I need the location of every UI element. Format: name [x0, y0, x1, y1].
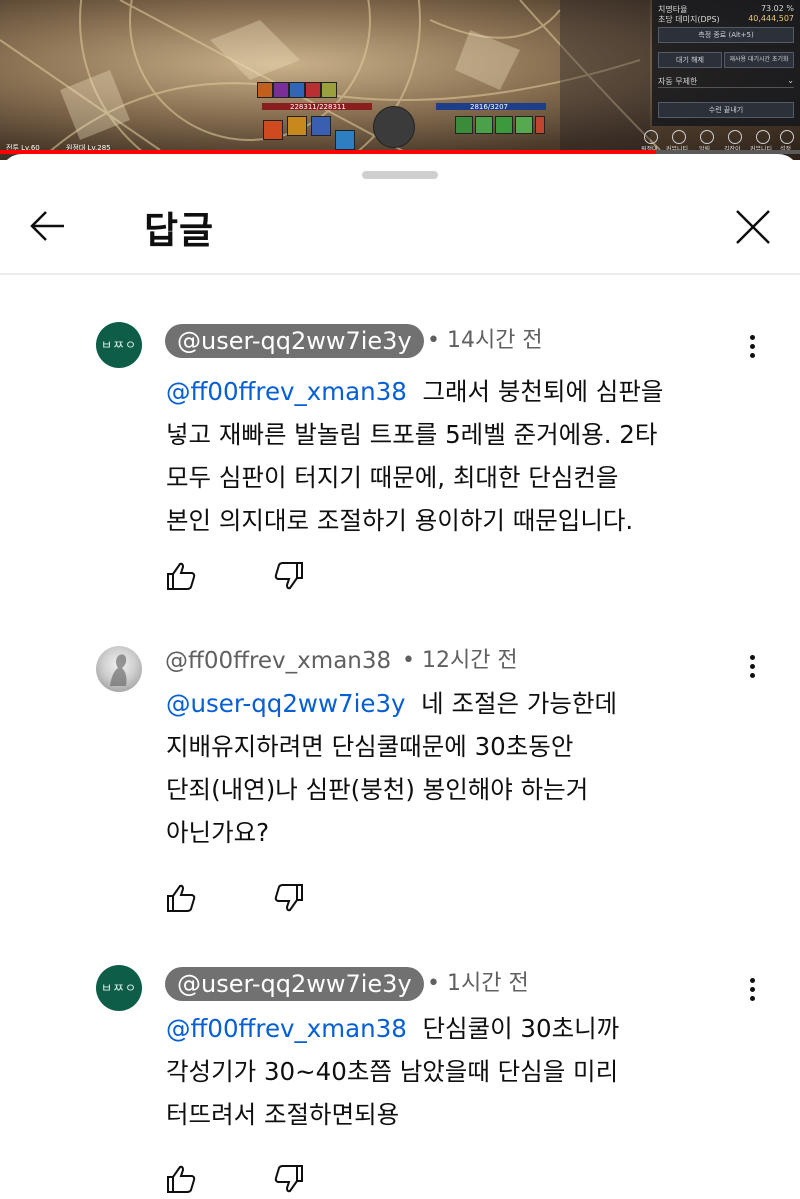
thumbs-down-icon — [274, 884, 303, 912]
game-menu-icons: 원정대 커뮤니티 알림 길잡이 커뮤니티 설정 — [640, 128, 800, 153]
skill-icon — [475, 116, 493, 134]
mention-link[interactable]: @user-qq2ww7ie3y — [166, 689, 406, 718]
end-training-button[interactable]: 수련 끝내기 — [658, 102, 794, 118]
avatar[interactable] — [96, 646, 142, 692]
community-icon[interactable] — [672, 130, 686, 144]
more-vert-icon — [750, 655, 755, 660]
dps-meter-panel: 치명타율 73.02 % 초당 데미지(DPS) 40,444,507 측정 종… — [652, 0, 800, 126]
more-options-button[interactable] — [740, 330, 766, 364]
arrow-left-icon — [30, 211, 64, 241]
roster-icon[interactable] — [644, 130, 658, 144]
mention-link[interactable]: @ff00ffrev_xman38 — [166, 1014, 407, 1043]
drag-handle[interactable] — [362, 171, 438, 179]
comment-text: @user-qq2ww7ie3y 네 조절은 가능한데 지배유지하려면 단심쿨때… — [166, 689, 618, 847]
avatar[interactable]: ㅂㅉㅇ — [96, 322, 142, 368]
thumbs-up-icon — [167, 884, 196, 912]
more-vert-icon — [750, 978, 755, 983]
chat-icon[interactable] — [756, 130, 770, 144]
settings-icon[interactable] — [780, 130, 794, 144]
avatar[interactable]: ㅂㅉㅇ — [96, 965, 142, 1011]
avatar-image — [110, 654, 127, 686]
comment-time: • 14시간 전 — [427, 328, 543, 353]
comment-text: @ff00ffrev_xman38 그래서 붕천퇴에 심판을 넣고 재빠른 발놀… — [166, 377, 664, 535]
hud-row-invincible: 자동 무제한 ⌄ — [658, 76, 794, 88]
measure-stop-button[interactable]: 측정 종료 (Alt+5) — [658, 27, 794, 43]
thumbs-up-icon — [167, 1165, 196, 1193]
thumbs-down-icon — [274, 562, 303, 590]
alert-icon[interactable] — [700, 130, 714, 144]
dislike-button[interactable] — [272, 560, 306, 592]
mention-link[interactable]: @ff00ffrev_xman38 — [166, 377, 407, 406]
skill-icon — [495, 116, 513, 134]
more-options-button[interactable] — [740, 650, 766, 684]
comment-time: • 1시간 전 — [427, 971, 529, 996]
skill-icon — [535, 116, 545, 134]
skill-icon — [515, 116, 533, 134]
close-icon — [736, 210, 770, 244]
cooldown-reset-button[interactable]: 재사용 대기시간 초기화 — [724, 52, 794, 68]
thumbs-up-icon — [167, 562, 196, 590]
video-player[interactable]: 치명타율 73.02 % 초당 데미지(DPS) 40,444,507 측정 종… — [0, 0, 800, 160]
identity-gauge — [373, 106, 415, 148]
page-title: 답글 — [144, 209, 215, 252]
skill-icon — [321, 82, 337, 98]
header-divider — [0, 273, 800, 275]
comment-time: • 12시간 전 — [402, 648, 518, 673]
skill-icon — [289, 82, 305, 98]
close-button[interactable] — [728, 204, 778, 250]
skill-icon — [335, 130, 355, 150]
like-button[interactable] — [164, 882, 198, 914]
author-name[interactable]: @user-qq2ww7ie3y — [165, 967, 424, 1001]
skill-icon — [455, 116, 473, 134]
back-button[interactable] — [22, 204, 74, 248]
like-button[interactable] — [164, 1163, 198, 1195]
guide-icon[interactable] — [728, 130, 742, 144]
release-wait-button[interactable]: 대기 해제 — [658, 52, 722, 68]
skill-icon — [273, 82, 289, 98]
chevron-down-icon[interactable]: ⌄ — [787, 76, 794, 87]
replies-sheet: 답글 ㅂㅉㅇ @user-qq2ww7ie3y • 14시간 전 @ff00ff… — [0, 154, 800, 1193]
skill-icon — [263, 120, 283, 140]
skill-icon — [287, 116, 307, 136]
dislike-button[interactable] — [272, 882, 306, 914]
skill-icon — [305, 82, 321, 98]
more-vert-icon — [750, 335, 755, 340]
skill-bar — [255, 80, 545, 150]
author-name[interactable]: @user-qq2ww7ie3y — [165, 324, 424, 358]
thumbs-down-icon — [274, 1165, 303, 1193]
comment-text: @ff00ffrev_xman38 단심쿨이 30초니까 각성기가 30~40초… — [166, 1014, 620, 1129]
dislike-button[interactable] — [272, 1163, 306, 1195]
author-name[interactable]: @ff00ffrev_xman38 — [165, 644, 391, 678]
hud-row-dps: 초당 데미지(DPS) 40,444,507 — [658, 14, 794, 24]
skill-icon — [311, 116, 331, 136]
like-button[interactable] — [164, 560, 198, 592]
skill-icon — [257, 82, 273, 98]
more-options-button[interactable] — [740, 973, 766, 1007]
